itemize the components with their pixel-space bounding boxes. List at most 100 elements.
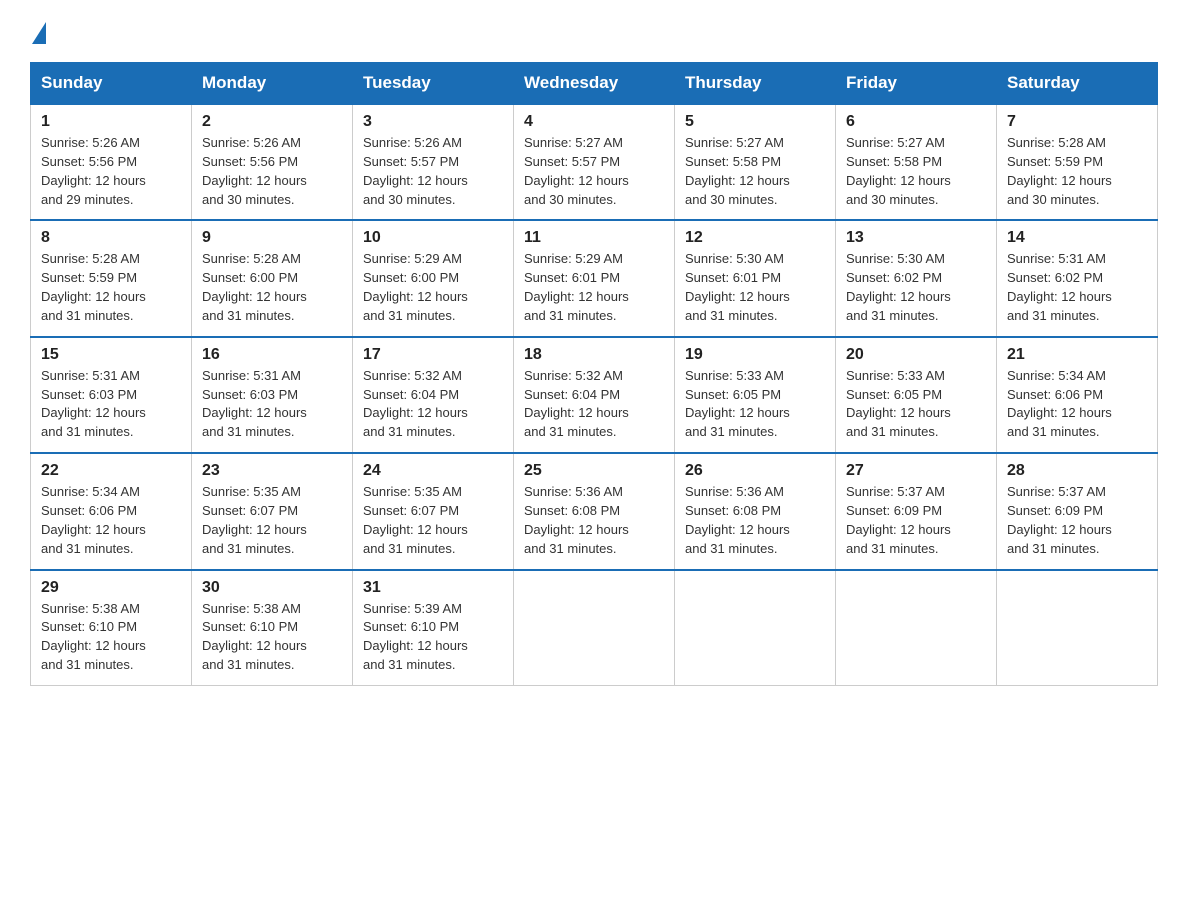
day-info: Sunrise: 5:34 AMSunset: 6:06 PMDaylight:… — [1007, 368, 1112, 440]
day-number: 30 — [202, 579, 342, 597]
calendar-cell — [514, 570, 675, 686]
day-info: Sunrise: 5:30 AMSunset: 6:01 PMDaylight:… — [685, 251, 790, 323]
calendar-cell: 10 Sunrise: 5:29 AMSunset: 6:00 PMDaylig… — [353, 220, 514, 336]
day-number: 2 — [202, 113, 342, 131]
calendar-cell: 30 Sunrise: 5:38 AMSunset: 6:10 PMDaylig… — [192, 570, 353, 686]
calendar-cell: 25 Sunrise: 5:36 AMSunset: 6:08 PMDaylig… — [514, 453, 675, 569]
day-info: Sunrise: 5:31 AMSunset: 6:03 PMDaylight:… — [41, 368, 146, 440]
calendar-cell: 14 Sunrise: 5:31 AMSunset: 6:02 PMDaylig… — [997, 220, 1158, 336]
day-info: Sunrise: 5:28 AMSunset: 5:59 PMDaylight:… — [1007, 135, 1112, 207]
calendar-cell: 29 Sunrise: 5:38 AMSunset: 6:10 PMDaylig… — [31, 570, 192, 686]
calendar-cell: 31 Sunrise: 5:39 AMSunset: 6:10 PMDaylig… — [353, 570, 514, 686]
day-info: Sunrise: 5:36 AMSunset: 6:08 PMDaylight:… — [524, 484, 629, 556]
day-info: Sunrise: 5:26 AMSunset: 5:56 PMDaylight:… — [41, 135, 146, 207]
calendar-cell: 21 Sunrise: 5:34 AMSunset: 6:06 PMDaylig… — [997, 337, 1158, 453]
calendar-cell: 27 Sunrise: 5:37 AMSunset: 6:09 PMDaylig… — [836, 453, 997, 569]
day-info: Sunrise: 5:38 AMSunset: 6:10 PMDaylight:… — [41, 601, 146, 673]
day-info: Sunrise: 5:35 AMSunset: 6:07 PMDaylight:… — [363, 484, 468, 556]
calendar-cell: 13 Sunrise: 5:30 AMSunset: 6:02 PMDaylig… — [836, 220, 997, 336]
calendar-cell — [836, 570, 997, 686]
day-number: 1 — [41, 113, 181, 131]
calendar-cell: 11 Sunrise: 5:29 AMSunset: 6:01 PMDaylig… — [514, 220, 675, 336]
day-number: 8 — [41, 229, 181, 247]
calendar-week-row: 1 Sunrise: 5:26 AMSunset: 5:56 PMDayligh… — [31, 104, 1158, 220]
calendar-header-row: SundayMondayTuesdayWednesdayThursdayFrid… — [31, 63, 1158, 105]
day-info: Sunrise: 5:27 AMSunset: 5:57 PMDaylight:… — [524, 135, 629, 207]
day-info: Sunrise: 5:39 AMSunset: 6:10 PMDaylight:… — [363, 601, 468, 673]
calendar-week-row: 22 Sunrise: 5:34 AMSunset: 6:06 PMDaylig… — [31, 453, 1158, 569]
day-info: Sunrise: 5:29 AMSunset: 6:01 PMDaylight:… — [524, 251, 629, 323]
calendar-cell: 5 Sunrise: 5:27 AMSunset: 5:58 PMDayligh… — [675, 104, 836, 220]
calendar-cell: 16 Sunrise: 5:31 AMSunset: 6:03 PMDaylig… — [192, 337, 353, 453]
column-header-monday: Monday — [192, 63, 353, 105]
day-number: 23 — [202, 462, 342, 480]
day-number: 19 — [685, 346, 825, 364]
day-info: Sunrise: 5:28 AMSunset: 5:59 PMDaylight:… — [41, 251, 146, 323]
calendar-cell: 17 Sunrise: 5:32 AMSunset: 6:04 PMDaylig… — [353, 337, 514, 453]
calendar-week-row: 29 Sunrise: 5:38 AMSunset: 6:10 PMDaylig… — [31, 570, 1158, 686]
day-info: Sunrise: 5:35 AMSunset: 6:07 PMDaylight:… — [202, 484, 307, 556]
day-number: 26 — [685, 462, 825, 480]
day-info: Sunrise: 5:38 AMSunset: 6:10 PMDaylight:… — [202, 601, 307, 673]
column-header-sunday: Sunday — [31, 63, 192, 105]
column-header-friday: Friday — [836, 63, 997, 105]
day-number: 25 — [524, 462, 664, 480]
day-number: 18 — [524, 346, 664, 364]
day-number: 21 — [1007, 346, 1147, 364]
calendar-cell: 12 Sunrise: 5:30 AMSunset: 6:01 PMDaylig… — [675, 220, 836, 336]
day-info: Sunrise: 5:32 AMSunset: 6:04 PMDaylight:… — [524, 368, 629, 440]
calendar-cell — [675, 570, 836, 686]
calendar-cell: 15 Sunrise: 5:31 AMSunset: 6:03 PMDaylig… — [31, 337, 192, 453]
page-header — [30, 20, 1158, 42]
day-number: 28 — [1007, 462, 1147, 480]
calendar-cell: 8 Sunrise: 5:28 AMSunset: 5:59 PMDayligh… — [31, 220, 192, 336]
calendar-cell: 9 Sunrise: 5:28 AMSunset: 6:00 PMDayligh… — [192, 220, 353, 336]
logo-triangle-icon — [32, 22, 46, 44]
day-info: Sunrise: 5:33 AMSunset: 6:05 PMDaylight:… — [846, 368, 951, 440]
day-number: 31 — [363, 579, 503, 597]
calendar-cell: 28 Sunrise: 5:37 AMSunset: 6:09 PMDaylig… — [997, 453, 1158, 569]
day-info: Sunrise: 5:31 AMSunset: 6:02 PMDaylight:… — [1007, 251, 1112, 323]
day-info: Sunrise: 5:32 AMSunset: 6:04 PMDaylight:… — [363, 368, 468, 440]
calendar-cell: 23 Sunrise: 5:35 AMSunset: 6:07 PMDaylig… — [192, 453, 353, 569]
calendar-cell: 2 Sunrise: 5:26 AMSunset: 5:56 PMDayligh… — [192, 104, 353, 220]
calendar-cell: 3 Sunrise: 5:26 AMSunset: 5:57 PMDayligh… — [353, 104, 514, 220]
day-info: Sunrise: 5:31 AMSunset: 6:03 PMDaylight:… — [202, 368, 307, 440]
day-number: 11 — [524, 229, 664, 247]
day-number: 29 — [41, 579, 181, 597]
day-info: Sunrise: 5:33 AMSunset: 6:05 PMDaylight:… — [685, 368, 790, 440]
column-header-wednesday: Wednesday — [514, 63, 675, 105]
column-header-thursday: Thursday — [675, 63, 836, 105]
day-number: 24 — [363, 462, 503, 480]
column-header-saturday: Saturday — [997, 63, 1158, 105]
calendar-cell: 20 Sunrise: 5:33 AMSunset: 6:05 PMDaylig… — [836, 337, 997, 453]
day-number: 15 — [41, 346, 181, 364]
calendar-cell: 6 Sunrise: 5:27 AMSunset: 5:58 PMDayligh… — [836, 104, 997, 220]
calendar-cell: 7 Sunrise: 5:28 AMSunset: 5:59 PMDayligh… — [997, 104, 1158, 220]
day-number: 13 — [846, 229, 986, 247]
calendar-cell: 22 Sunrise: 5:34 AMSunset: 6:06 PMDaylig… — [31, 453, 192, 569]
calendar-week-row: 15 Sunrise: 5:31 AMSunset: 6:03 PMDaylig… — [31, 337, 1158, 453]
day-info: Sunrise: 5:26 AMSunset: 5:57 PMDaylight:… — [363, 135, 468, 207]
calendar-cell: 26 Sunrise: 5:36 AMSunset: 6:08 PMDaylig… — [675, 453, 836, 569]
calendar-cell: 19 Sunrise: 5:33 AMSunset: 6:05 PMDaylig… — [675, 337, 836, 453]
calendar-week-row: 8 Sunrise: 5:28 AMSunset: 5:59 PMDayligh… — [31, 220, 1158, 336]
calendar-cell: 24 Sunrise: 5:35 AMSunset: 6:07 PMDaylig… — [353, 453, 514, 569]
day-info: Sunrise: 5:37 AMSunset: 6:09 PMDaylight:… — [1007, 484, 1112, 556]
day-info: Sunrise: 5:26 AMSunset: 5:56 PMDaylight:… — [202, 135, 307, 207]
day-number: 4 — [524, 113, 664, 131]
day-info: Sunrise: 5:30 AMSunset: 6:02 PMDaylight:… — [846, 251, 951, 323]
day-info: Sunrise: 5:37 AMSunset: 6:09 PMDaylight:… — [846, 484, 951, 556]
column-header-tuesday: Tuesday — [353, 63, 514, 105]
day-info: Sunrise: 5:29 AMSunset: 6:00 PMDaylight:… — [363, 251, 468, 323]
day-number: 17 — [363, 346, 503, 364]
logo — [30, 20, 48, 42]
calendar-cell: 4 Sunrise: 5:27 AMSunset: 5:57 PMDayligh… — [514, 104, 675, 220]
day-number: 3 — [363, 113, 503, 131]
day-info: Sunrise: 5:27 AMSunset: 5:58 PMDaylight:… — [685, 135, 790, 207]
day-number: 5 — [685, 113, 825, 131]
day-number: 22 — [41, 462, 181, 480]
day-info: Sunrise: 5:36 AMSunset: 6:08 PMDaylight:… — [685, 484, 790, 556]
day-info: Sunrise: 5:34 AMSunset: 6:06 PMDaylight:… — [41, 484, 146, 556]
day-number: 14 — [1007, 229, 1147, 247]
